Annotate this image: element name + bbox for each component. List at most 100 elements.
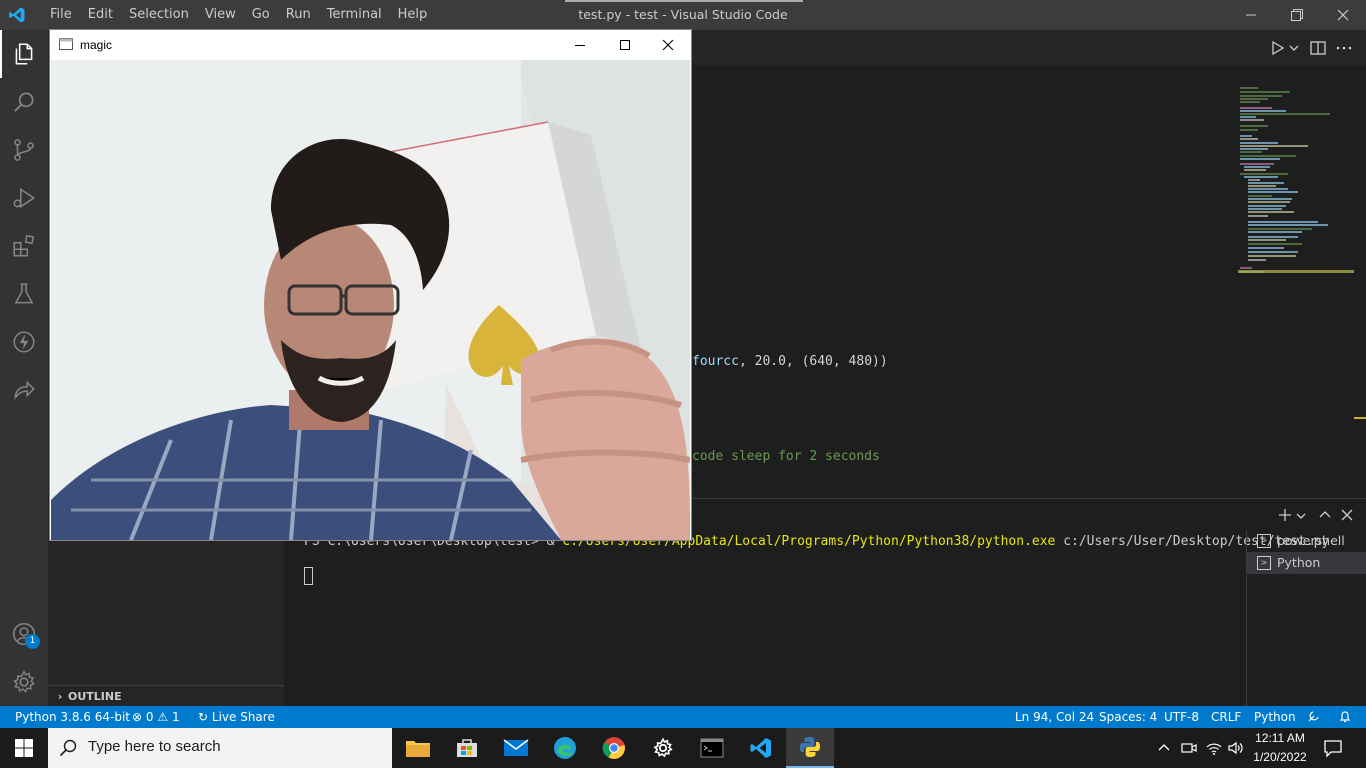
network-button[interactable] [1205, 740, 1223, 756]
split-editor-button[interactable] [1308, 38, 1328, 58]
line-ending[interactable]: CRLF [1211, 706, 1241, 728]
close-panel-button[interactable] [1338, 506, 1356, 524]
new-terminal-button[interactable] [1276, 506, 1294, 524]
warning-icon: ⚠ [157, 710, 169, 724]
cursor-position[interactable]: Ln 94, Col 24 [1015, 706, 1094, 728]
mail-icon [503, 739, 529, 756]
clock-date: 1/20/2022 [1253, 750, 1307, 764]
feedback-icon [1308, 711, 1319, 722]
chevron-down-icon [1296, 513, 1306, 519]
store-taskbar-button[interactable] [443, 728, 491, 768]
close-button[interactable] [1320, 0, 1366, 30]
live-share-label: Live Share [211, 710, 275, 724]
action-center-button[interactable] [1322, 738, 1344, 758]
python-interpreter[interactable]: Python 3.8.6 64-bit [15, 706, 130, 728]
minimap-slider[interactable] [1238, 270, 1354, 273]
magic-window[interactable]: magic [50, 30, 691, 540]
camera-icon [1181, 743, 1197, 753]
terminal-item-label: powershell [1277, 533, 1345, 548]
split-editor-icon [1310, 41, 1326, 55]
volume-button[interactable] [1227, 740, 1245, 756]
minimize-icon [575, 45, 585, 46]
run-python-file-button[interactable] [1268, 38, 1288, 58]
search-button[interactable] [0, 78, 48, 126]
camera-frame-image [51, 60, 690, 540]
chevron-right-icon: › [57, 690, 63, 703]
scrollbar-marker [1354, 417, 1366, 419]
chrome-icon [602, 737, 625, 759]
error-icon: ⊗ [132, 710, 143, 724]
settings-taskbar-button[interactable] [639, 728, 687, 768]
accounts-button[interactable] [0, 610, 48, 658]
live-share-icon: ↻ [198, 710, 209, 724]
maximize-panel-button[interactable] [1316, 506, 1334, 524]
chevron-up-icon [1158, 744, 1170, 751]
python-taskbar-button[interactable] [786, 728, 834, 768]
start-button[interactable] [0, 728, 48, 768]
run-debug-icon [13, 187, 36, 209]
search-icon [14, 92, 34, 112]
manage-button[interactable] [0, 658, 48, 706]
notifications-button[interactable] [1338, 706, 1352, 728]
chrome-taskbar-button[interactable] [590, 728, 638, 768]
chevron-up-icon [1319, 511, 1331, 518]
vscode-taskbar-button[interactable] [737, 728, 785, 768]
restore-button[interactable] [1274, 0, 1320, 30]
indentation[interactable]: Spaces: 4 [1099, 706, 1157, 728]
encoding[interactable]: UTF-8 [1164, 706, 1199, 728]
live-share-status[interactable]: ↻ Live Share [198, 706, 275, 728]
close-icon [1337, 9, 1349, 21]
chevron-down-icon [1289, 45, 1299, 51]
run-options-button[interactable] [1288, 38, 1300, 58]
run-debug-button[interactable] [0, 174, 48, 222]
ellipsis-icon [1336, 46, 1352, 50]
minimize-button[interactable] [1228, 0, 1274, 30]
extensions-button[interactable] [0, 222, 48, 270]
terminal-item-powershell[interactable]: > powershell [1247, 530, 1366, 552]
notification-icon [1324, 740, 1342, 758]
command-prompt-icon [700, 738, 724, 758]
language-mode[interactable]: Python [1254, 706, 1296, 728]
gear-icon [653, 737, 673, 758]
mail-taskbar-button[interactable] [492, 728, 540, 768]
terminal-icon: > [1257, 556, 1271, 570]
terminal-icon: > [1257, 534, 1271, 548]
windows-logo-icon [15, 739, 33, 757]
outline-section-header[interactable]: › OUTLINE [48, 685, 284, 707]
warning-count: 1 [171, 710, 180, 724]
testing-button[interactable] [0, 270, 48, 318]
explorer-button[interactable] [0, 30, 48, 78]
terminal-item-python[interactable]: > Python [1247, 552, 1366, 574]
show-hidden-icons-button[interactable] [1156, 740, 1172, 756]
terminal-profiles-button[interactable] [1294, 506, 1308, 524]
magic-close-button[interactable] [653, 30, 683, 60]
code-param: fourcc [692, 354, 739, 369]
problems-indicator[interactable]: ⊗ 0 ⚠ 1 [132, 706, 180, 728]
meet-now-button[interactable] [1180, 740, 1198, 756]
close-icon [662, 39, 674, 51]
magic-window-titlebar[interactable]: magic [50, 30, 691, 60]
terminal-cursor [304, 567, 313, 585]
maximize-icon [620, 40, 630, 50]
source-control-button[interactable] [0, 126, 48, 174]
more-actions-button[interactable] [1334, 38, 1354, 58]
live-share-icon [14, 380, 35, 400]
live-share-button[interactable] [0, 366, 48, 414]
magic-maximize-button[interactable] [610, 30, 640, 60]
terminal-taskbar-button[interactable] [688, 728, 736, 768]
terminal-item-label: Python [1277, 555, 1321, 570]
taskbar-clock[interactable]: 12:11 AM 1/20/2022 [1250, 729, 1310, 767]
lightning-extension-button[interactable] [0, 318, 48, 366]
feedback-button[interactable] [1307, 706, 1321, 728]
magic-minimize-button[interactable] [565, 30, 595, 60]
play-icon [1272, 40, 1285, 56]
code-line: fourcc, 20.0, (640, 480)) [692, 354, 888, 369]
minimize-icon [1246, 14, 1256, 16]
folder-icon [406, 741, 430, 757]
minimap[interactable] [1238, 86, 1354, 276]
error-count: 0 [145, 710, 154, 724]
flask-icon [14, 283, 34, 304]
file-explorer-taskbar-button[interactable] [394, 728, 442, 768]
edge-icon [554, 737, 576, 759]
edge-taskbar-button[interactable] [541, 728, 589, 768]
